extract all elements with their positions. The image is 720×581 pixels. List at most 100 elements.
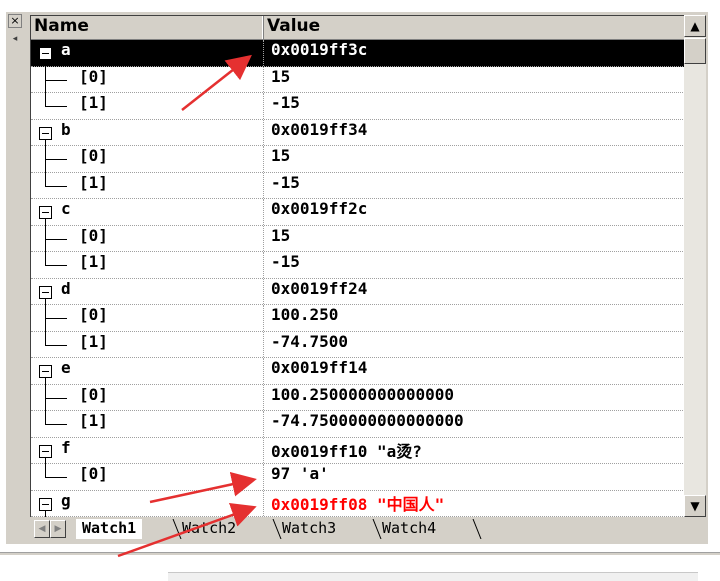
watch-row[interactable]: f 0x0019ff10 "a烫?: [31, 437, 684, 465]
collapse-icon[interactable]: [39, 47, 52, 60]
tree-line: [45, 464, 46, 478]
watch-row[interactable]: [1] -74.7500: [31, 331, 684, 358]
tree-branch: [45, 397, 67, 399]
watch-row[interactable]: c 0x0019ff2c: [31, 199, 684, 226]
name-cell: f: [31, 437, 264, 465]
name-column-header[interactable]: Name: [31, 16, 264, 39]
variable-value: 15: [271, 66, 291, 86]
watch-grid: Name Value a 0x0019ff3c [0] 15 [1] -15 b 0x0019…: [30, 15, 684, 517]
watch-tab-bar: ◀ ▶ Watch1 Watch2 Watch3 Watch4: [30, 517, 706, 541]
name-cell: [0]: [31, 146, 264, 173]
variable-name: a: [61, 40, 71, 59]
variable-name: b: [61, 119, 71, 139]
pin-icon[interactable]: ◂: [8, 32, 22, 46]
variable-name: [0]: [79, 225, 108, 245]
watch-row[interactable]: e 0x0019ff14: [31, 358, 684, 385]
variable-value: -15: [271, 252, 300, 271]
name-cell: [1]: [31, 331, 264, 357]
collapse-icon[interactable]: [39, 206, 52, 219]
tree-branch: [45, 238, 67, 240]
tree-branch: [45, 344, 67, 346]
name-cell: [0]: [31, 384, 264, 412]
tab-scroll-right-icon[interactable]: ▶: [50, 520, 66, 538]
variable-name: [1]: [79, 252, 108, 271]
tree-line: [45, 411, 46, 425]
name-cell: [0]: [31, 225, 264, 253]
watch-row[interactable]: [0] 15: [31, 225, 684, 253]
variable-value: 0x0019ff3c: [271, 40, 368, 59]
watch-row[interactable]: b 0x0019ff34: [31, 119, 684, 147]
tab-watch2[interactable]: Watch2: [176, 519, 242, 539]
watch-row[interactable]: [1] -15: [31, 252, 684, 279]
scroll-thumb[interactable]: [684, 38, 706, 64]
watch-row[interactable]: g 0x0019ff08 "中国人": [31, 490, 684, 517]
name-cell: e: [31, 358, 264, 385]
tree-branch: [45, 318, 67, 319]
watch-row[interactable]: [0] 100.250000000000000: [31, 384, 684, 412]
column-header: Name Value: [31, 16, 684, 40]
variable-name: [0]: [79, 66, 108, 86]
variable-value: 0x0019ff34: [271, 119, 368, 139]
tab-scroll-left-icon[interactable]: ◀: [34, 520, 50, 538]
watch-row[interactable]: [1] -15: [31, 93, 684, 120]
collapse-icon[interactable]: [39, 497, 52, 511]
watch-row[interactable]: d 0x0019ff24: [31, 278, 684, 306]
tree-branch: [45, 159, 67, 160]
collapse-icon[interactable]: [39, 285, 52, 299]
variable-name: [0]: [79, 305, 108, 324]
variable-name: f: [61, 437, 71, 457]
variable-name: c: [61, 199, 71, 218]
watch-row[interactable]: [0] 15: [31, 66, 684, 94]
watch-row[interactable]: [1] -74.7500000000000000: [31, 411, 684, 438]
variable-value: -15: [271, 93, 300, 112]
variable-value: 97 'a': [271, 464, 329, 483]
watch-row[interactable]: a 0x0019ff3c: [31, 40, 684, 67]
variable-value: 100.250000000000000: [271, 384, 455, 404]
watch-row[interactable]: [0] 100.250: [31, 305, 684, 332]
scroll-down-icon[interactable]: ▼: [684, 495, 706, 517]
variable-value: 0x0019ff14: [271, 358, 368, 377]
watch-rows: a 0x0019ff3c [0] 15 [1] -15 b 0x0019ff34 [0] 15 [1…: [31, 40, 684, 517]
variable-name: [1]: [79, 411, 108, 430]
value-column-header[interactable]: Value: [264, 16, 684, 39]
tree-line: [45, 331, 46, 346]
variable-value: -74.7500: [271, 331, 349, 351]
variable-name: [0]: [79, 384, 108, 404]
name-cell: [1]: [31, 93, 264, 119]
collapse-icon[interactable]: [39, 365, 52, 378]
variable-value: -74.7500000000000000: [271, 411, 464, 430]
variable-name: [1]: [79, 93, 108, 112]
vertical-scrollbar[interactable]: ▲ ▼: [684, 15, 706, 517]
tab-watch4[interactable]: Watch4: [376, 519, 442, 539]
collapse-icon[interactable]: [39, 126, 52, 140]
variable-name: g: [61, 490, 71, 510]
watch-row[interactable]: [0] 15: [31, 146, 684, 173]
name-cell: c: [31, 199, 264, 226]
close-icon[interactable]: ×: [8, 14, 22, 28]
scroll-up-icon[interactable]: ▲: [684, 15, 706, 37]
name-cell: [1]: [31, 172, 264, 198]
name-cell: [1]: [31, 411, 264, 437]
tab-watch1[interactable]: Watch1: [76, 519, 143, 539]
variable-value: -15: [271, 172, 300, 192]
variable-value: 0x0019ff2c: [271, 199, 368, 218]
tab-separator: [472, 519, 482, 539]
tree-line: [45, 93, 46, 107]
variable-value: 15: [271, 225, 291, 245]
watch-panel: × ◂ Name Value a 0x0019ff3c [0] 15 [1] -15 b 0x…: [6, 12, 708, 544]
separator: [0, 552, 720, 555]
tree-line: [45, 172, 46, 187]
variable-name: [1]: [79, 331, 108, 351]
name-cell: d: [31, 278, 264, 306]
tree-branch: [45, 185, 67, 187]
watch-row[interactable]: [1] -15: [31, 172, 684, 199]
variable-name: e: [61, 358, 71, 377]
watch-row[interactable]: [0] 97 'a': [31, 464, 684, 491]
tree-branch: [45, 265, 67, 266]
variable-value: 0x0019ff24: [271, 278, 368, 298]
tree-line: [45, 252, 46, 266]
name-cell: g: [31, 490, 264, 517]
collapse-icon[interactable]: [39, 444, 52, 458]
name-cell: [0]: [31, 66, 264, 94]
tab-watch3[interactable]: Watch3: [276, 519, 342, 539]
